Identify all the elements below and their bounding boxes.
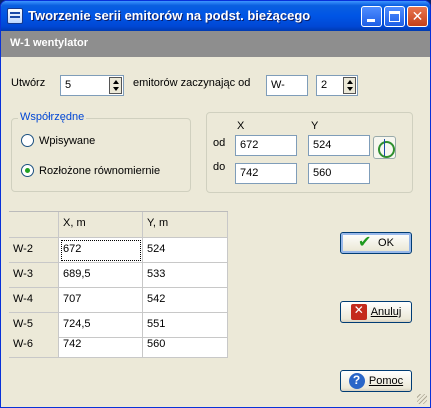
pick-location-button[interactable] bbox=[373, 136, 396, 159]
grid-header-x[interactable]: X, m bbox=[59, 212, 143, 238]
from-x-input[interactable]: 672 bbox=[235, 135, 297, 156]
checkmark-icon bbox=[358, 232, 374, 252]
create-label: Utwórz bbox=[11, 77, 46, 89]
start-number-spinner[interactable] bbox=[343, 77, 356, 94]
prefix-input[interactable]: W- bbox=[266, 75, 308, 96]
emitters-grid[interactable]: X, m Y, m W-2 672 524 W-3 689,5 533 W-4 … bbox=[9, 211, 228, 358]
count-value: 5 bbox=[65, 79, 72, 91]
grid-cell-y[interactable]: 560 bbox=[143, 333, 228, 358]
to-y-value: 560 bbox=[313, 167, 332, 179]
help-button-label: Pomoc bbox=[368, 375, 404, 387]
grid-row-name: W-2 bbox=[9, 238, 59, 263]
cancel-button-label: Anuluj bbox=[370, 306, 402, 318]
from-label: od bbox=[213, 137, 226, 149]
grid-row-name: W-4 bbox=[9, 288, 59, 313]
grid-row-name: W-6 bbox=[9, 333, 59, 358]
grid-cell-x[interactable]: 672 bbox=[59, 238, 143, 263]
radio-uniform-label[interactable]: Rozłożone równomiernie bbox=[39, 165, 160, 177]
x-column-label: X bbox=[237, 120, 245, 132]
start-number-value: 2 bbox=[321, 79, 328, 91]
grid-cell-x[interactable]: 689,5 bbox=[59, 263, 143, 288]
dialog-window: Tworzenie serii emitorów na podst. bieżą… bbox=[0, 0, 431, 408]
radio-manual[interactable] bbox=[21, 134, 34, 147]
close-button[interactable]: ✕ bbox=[407, 6, 428, 27]
grid-cell-y[interactable]: 533 bbox=[143, 263, 228, 288]
window-title: Tworzenie serii emitorów na podst. bieżą… bbox=[28, 8, 311, 23]
app-icon bbox=[7, 8, 23, 24]
radio-manual-label[interactable]: Wpisywane bbox=[39, 135, 95, 147]
help-button[interactable]: Pomoc bbox=[340, 370, 412, 392]
grid-cell-y[interactable]: 542 bbox=[143, 288, 228, 313]
minimize-icon bbox=[367, 19, 375, 22]
y-column-label: Y bbox=[311, 120, 319, 132]
to-label: do bbox=[213, 161, 226, 173]
grid-cell-x[interactable]: 742 bbox=[59, 333, 143, 358]
minimize-button[interactable] bbox=[361, 6, 382, 27]
count-spinner[interactable] bbox=[109, 77, 122, 94]
grid-header-y[interactable]: Y, m bbox=[143, 212, 228, 238]
prefix-value: W- bbox=[271, 79, 285, 91]
help-icon bbox=[348, 373, 365, 389]
to-y-input[interactable]: 560 bbox=[308, 163, 370, 184]
from-y-input[interactable]: 524 bbox=[308, 135, 370, 156]
close-icon: ✕ bbox=[411, 8, 424, 24]
grid-row-name: W-3 bbox=[9, 263, 59, 288]
grid-corner bbox=[9, 212, 59, 238]
radio-uniform[interactable] bbox=[21, 164, 34, 177]
from-x-value: 672 bbox=[240, 139, 259, 151]
from-y-value: 524 bbox=[313, 139, 332, 151]
ok-button[interactable]: OK bbox=[340, 232, 412, 254]
to-x-input[interactable]: 742 bbox=[235, 163, 297, 184]
maximize-icon bbox=[389, 11, 400, 22]
emitters-start-label: emitorów zaczynając od bbox=[133, 77, 251, 89]
coordinates-group: Współrzędne bbox=[11, 111, 191, 192]
maximize-button[interactable] bbox=[384, 6, 405, 27]
title-bar[interactable]: Tworzenie serii emitorów na podst. bieżą… bbox=[1, 1, 430, 31]
emitter-header: W-1 wentylator bbox=[1, 31, 430, 57]
grid-cell-x[interactable]: 707 bbox=[59, 288, 143, 313]
grid-cell-y[interactable]: 524 bbox=[143, 238, 228, 263]
emitter-name: W-1 wentylator bbox=[10, 37, 89, 49]
cancel-button[interactable]: Anuluj bbox=[340, 301, 412, 323]
to-x-value: 742 bbox=[240, 167, 259, 179]
cancel-icon bbox=[350, 303, 367, 320]
ok-button-label: OK bbox=[378, 237, 394, 249]
resize-grip[interactable] bbox=[417, 394, 427, 404]
coordinates-group-title: Współrzędne bbox=[18, 111, 87, 123]
